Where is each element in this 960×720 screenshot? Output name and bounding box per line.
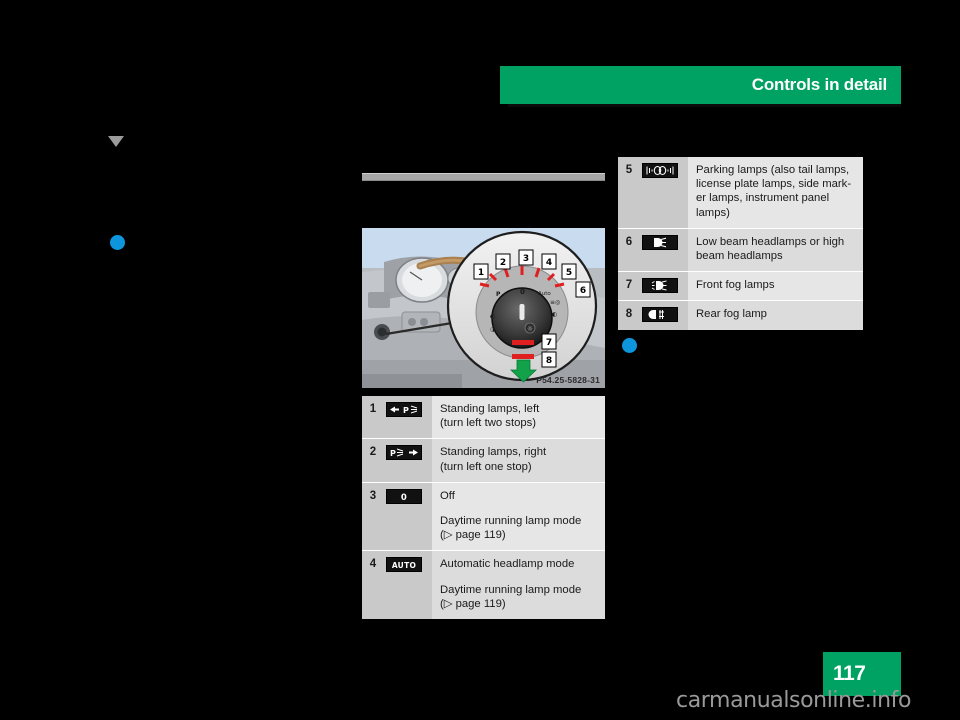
svg-text:≡◎: ≡◎: [550, 299, 560, 306]
svg-text:◐: ◐: [552, 311, 557, 318]
row-number: 4: [362, 550, 384, 620]
table-row: 3 0 Off Daytime running lamp mode (▷ pag…: [362, 481, 605, 551]
row-icon-cell: 0: [384, 481, 432, 551]
parking-lamps-icon: [642, 163, 678, 178]
desc-line: Standing lamps, left: [440, 403, 540, 415]
svg-text:5: 5: [566, 268, 572, 278]
table-row: 6 Low beam headlamps or high beam headla…: [618, 227, 863, 272]
row-number: 3: [362, 481, 384, 551]
page-reference[interactable]: (▷ page 119): [440, 528, 597, 542]
desc-line: Front fog lamps: [696, 279, 775, 292]
desc-line: Daytime running lamp mode: [440, 583, 582, 596]
svg-text:0: 0: [520, 288, 525, 296]
section-divider: [362, 173, 605, 181]
row-icon-cell: [640, 300, 688, 330]
light-switch-figure: ☼ P 0 Auto ≡◎ ◐ ◐ ◑ 1 2 3 4 5 6 7 8 P54.…: [362, 228, 605, 388]
svg-text:1: 1: [478, 268, 484, 278]
svg-text:AUTO: AUTO: [392, 561, 416, 570]
page-title: Controls in detail: [751, 75, 887, 94]
svg-text:4: 4: [546, 258, 552, 268]
front-fog-lamps-icon: [642, 278, 678, 294]
rear-fog-lamp-icon: [642, 307, 678, 323]
svg-text:0: 0: [401, 493, 407, 503]
svg-text:Auto: Auto: [538, 291, 551, 297]
desc-line: Rear fog lamp: [696, 308, 767, 321]
row-description: Standing lamps, left (turn left two stop…: [432, 396, 605, 439]
row-number: 6: [618, 227, 640, 272]
dashboard-illustration: ☼ P 0 Auto ≡◎ ◐ ◐ ◑ 1 2 3 4 5 6 7 8: [362, 228, 605, 388]
header-shadow: [508, 104, 901, 107]
svg-text:8: 8: [546, 356, 552, 366]
desc-line: Standing lamps, right: [440, 446, 547, 459]
desc-line: (turn left one stop): [440, 460, 532, 473]
row-icon-cell: [640, 271, 688, 301]
table-row: 8 Rear fog lamp: [618, 300, 863, 330]
row-icon-cell: AUTO: [384, 550, 432, 620]
row-icon-cell: [640, 157, 688, 229]
desc-line: Parking lamps (also tail lamps,: [696, 164, 850, 176]
bullet-dot-icon-left: [110, 235, 125, 250]
row-description: Rear fog lamp: [688, 300, 863, 330]
bullet-dot-icon-right: [622, 338, 637, 353]
page-number: 117: [833, 662, 866, 685]
row-number: 1: [362, 396, 384, 439]
row-description: Standing lamps, right (turn left one sto…: [432, 438, 605, 483]
section-triangle-icon: [108, 136, 124, 147]
desc-line: license plate lamps, side mark-: [696, 178, 852, 191]
table-row: 4 AUTO Automatic headlamp mode Daytime r…: [362, 550, 605, 620]
row-description: Automatic headlamp mode Daytime running …: [432, 550, 605, 620]
row-icon-cell: P: [384, 396, 432, 439]
desc-line: Automatic headlamp mode: [440, 558, 575, 571]
table-row: 2 P Standing lamps, right (turn left one…: [362, 438, 605, 483]
svg-text:2: 2: [500, 258, 506, 268]
svg-text:◑: ◑: [490, 326, 495, 333]
svg-text:P: P: [390, 449, 396, 458]
svg-text:7: 7: [546, 338, 552, 348]
row-number: 2: [362, 438, 384, 483]
desc-line: er lamps, instrument panel: [696, 192, 830, 205]
desc-line: Low beam headlamps or high: [696, 235, 845, 248]
row-icon-cell: P: [384, 438, 432, 483]
desc-line: beam headlamps: [696, 250, 783, 263]
standing-lamps-right-icon: P: [386, 445, 422, 461]
page-reference[interactable]: (▷ page 119): [440, 597, 597, 611]
svg-text:◐: ◐: [490, 313, 495, 320]
svg-text:P: P: [403, 406, 409, 415]
off-position-icon: 0: [386, 488, 422, 504]
row-number: 5: [618, 157, 640, 229]
row-description: Off Daytime running lamp mode (▷ page 11…: [432, 481, 605, 551]
standing-lamps-left-icon: P: [386, 402, 422, 417]
table-row: 7 Front fog lamps: [618, 271, 863, 301]
svg-text:3: 3: [523, 254, 529, 264]
svg-text:☼: ☼: [527, 325, 533, 333]
legend-table-right: 5 Parking lamps (also tail lamps, licens…: [618, 157, 863, 330]
row-number: 8: [618, 300, 640, 330]
desc-line: (turn left two stops): [440, 417, 537, 430]
row-icon-cell: [640, 227, 688, 272]
legend-table-left: 1 P Standing lamps, left (turn left two …: [362, 396, 605, 620]
svg-text:P: P: [496, 291, 501, 298]
row-description: Front fog lamps: [688, 271, 863, 301]
row-description: Parking lamps (also tail lamps, license …: [688, 157, 863, 228]
desc-line: Daytime running lamp mode: [440, 515, 582, 528]
figure-photo-id: P54.25-5828-31: [536, 375, 600, 385]
auto-headlamp-icon: AUTO: [386, 557, 422, 573]
desc-line: lamps): [696, 206, 730, 219]
low-beam-headlamps-icon: [642, 234, 678, 250]
table-row: 5 Parking lamps (also tail lamps, licens…: [618, 157, 863, 229]
table-row: 1 P Standing lamps, left (turn left two …: [362, 396, 605, 439]
row-number: 7: [618, 271, 640, 301]
header-band: Controls in detail: [500, 66, 901, 104]
row-description: Low beam headlamps or high beam headlamp…: [688, 227, 863, 272]
desc-line: Off: [440, 489, 455, 502]
svg-text:6: 6: [580, 286, 586, 296]
site-watermark: carmanualsonline.info: [676, 688, 912, 713]
